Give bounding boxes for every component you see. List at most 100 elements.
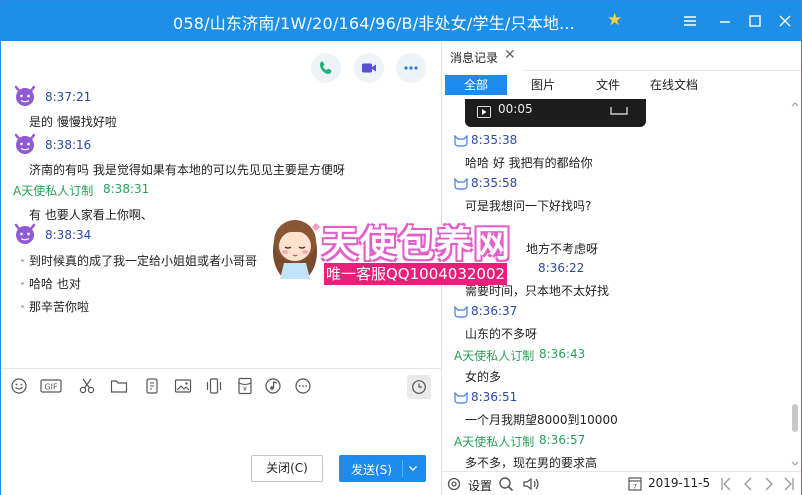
first-page-icon[interactable]	[720, 476, 732, 492]
scissors-icon[interactable]	[78, 377, 96, 395]
folder-icon[interactable]	[110, 377, 128, 395]
last-page-icon[interactable]	[783, 476, 795, 492]
image-icon[interactable]	[174, 377, 192, 395]
video-call-button[interactable]	[354, 53, 384, 83]
message-time: 8:38:34	[45, 228, 92, 242]
history-clock-button[interactable]	[407, 375, 431, 399]
history-text: 可是我想问一下好找吗?	[465, 199, 592, 213]
video-icon	[362, 63, 376, 73]
filter-online-docs[interactable]: 在线文档	[648, 75, 700, 95]
svg-text:7: 7	[633, 483, 637, 491]
svg-text:GIF: GIF	[44, 383, 58, 392]
watermark-title: 天使包养网	[322, 224, 513, 265]
cartoon-girl-logo	[273, 220, 320, 279]
filter-all[interactable]: 全部	[445, 75, 507, 95]
close-icon[interactable]: ✕	[504, 47, 516, 63]
devil-avatar-icon[interactable]	[13, 85, 37, 107]
history-time: 8:36:22	[538, 261, 585, 275]
cat-avatar-icon	[454, 306, 468, 318]
cat-avatar-icon	[454, 135, 468, 147]
settings-button[interactable]: 设置	[446, 476, 506, 494]
history-time: 8:36:37	[471, 304, 518, 318]
message-text: 济南的有吗 我是觉得如果有本地的可以先见见主要是方便呀	[29, 163, 345, 177]
history-time: 8:36:43	[539, 347, 586, 361]
watermark: 天使包养网 唯一客服QQ1004032002	[266, 211, 510, 291]
bullet-dot	[21, 305, 24, 308]
tab-label: 消息记录	[450, 51, 499, 65]
close-window-button[interactable]	[772, 8, 798, 34]
history-time: 8:36:57	[539, 433, 586, 447]
window-title: 058/山东济南/1W/20/164/96/B/非处女/学生/只本地...	[173, 14, 575, 33]
message-time: 8:38:31	[103, 182, 150, 196]
history-filters: 全部 图片 文件 在线文档	[442, 72, 801, 98]
prev-page-icon[interactable]	[742, 476, 754, 492]
settings-label: 设置	[468, 479, 493, 493]
scroll-thumb[interactable]	[792, 404, 798, 432]
history-text: 一个月我期望8000到10000	[465, 413, 618, 427]
history-footer: 设置 7 2019-11-5	[442, 471, 801, 495]
history-text: 多不多，现在男的要求高	[465, 456, 598, 470]
voice-call-button[interactable]	[311, 53, 341, 83]
more-icon	[404, 66, 418, 70]
filter-files[interactable]: 文件	[593, 75, 623, 95]
history-scrollbar[interactable]	[790, 99, 800, 471]
music-icon[interactable]	[264, 377, 282, 395]
gif-icon[interactable]: GIF	[40, 377, 62, 395]
history-date[interactable]: 2019-11-5	[648, 476, 710, 490]
red-packet-icon[interactable]: ¥	[236, 377, 254, 395]
bullet-dot	[21, 259, 24, 262]
phone-icon	[320, 61, 332, 74]
title-bar[interactable]: 058/山东济南/1W/20/164/96/B/非处女/学生/只本地... ★	[1, 1, 801, 41]
send-button[interactable]: 发送(S)	[339, 455, 426, 482]
share-icon	[610, 107, 628, 115]
maximize-button[interactable]	[742, 8, 768, 34]
chat-window: 058/山东济南/1W/20/164/96/B/非处女/学生/只本地... ★	[0, 0, 802, 495]
menu-icon[interactable]	[677, 8, 703, 34]
send-label: 发送(S)	[351, 463, 392, 477]
history-text: 山东的不多呀	[465, 327, 538, 341]
input-toolbar: GIF ¥	[1, 368, 441, 404]
video-duration: 00:05	[498, 102, 533, 116]
history-sender[interactable]: A天使私人订制	[454, 347, 534, 364]
speaker-icon[interactable]	[522, 476, 540, 492]
star-icon[interactable]: ★	[607, 11, 625, 29]
watermark-subtitle: 唯一客服QQ1004032002	[324, 263, 508, 285]
video-thumbnail[interactable]: 00:05	[465, 99, 646, 127]
message-text: 是的 慢慢找好啦	[29, 115, 117, 129]
calendar-icon[interactable]: 7	[628, 476, 642, 491]
history-text: 地方不考虑呀	[526, 242, 599, 256]
tab-message-history[interactable]: 消息记录 ✕	[442, 41, 524, 71]
devil-avatar-icon[interactable]	[13, 133, 37, 155]
filter-images[interactable]: 图片	[528, 75, 558, 95]
chevron-down-icon[interactable]	[407, 462, 419, 474]
scroll-up-icon	[791, 102, 799, 107]
emoji-icon[interactable]	[10, 377, 28, 395]
message-text: 到时候真的成了我一定给小姐姐或者小哥哥	[29, 254, 258, 268]
cat-avatar-icon	[454, 392, 468, 404]
minimize-button[interactable]	[712, 8, 738, 34]
history-time: 8:35:58	[471, 176, 518, 190]
scroll-down-icon	[791, 461, 799, 466]
message-time: 8:37:21	[45, 90, 92, 104]
send-separator	[402, 460, 403, 477]
next-page-icon[interactable]	[763, 476, 775, 492]
history-list: 00:05 8:35:38 哈哈 好 我把有的都给你 8:35:58 可是我想问…	[442, 99, 788, 471]
history-time: 8:35:38	[471, 133, 518, 147]
search-icon[interactable]	[498, 476, 514, 492]
history-text: 哈哈 好 我把有的都给你	[465, 156, 593, 170]
cat-avatar-icon	[454, 178, 468, 190]
close-button[interactable]: 关闭(C)	[251, 455, 323, 482]
history-time: 8:36:51	[471, 390, 518, 404]
devil-avatar-icon[interactable]	[13, 223, 37, 245]
message-text: 那辛苦你啦	[29, 300, 90, 314]
play-icon	[477, 106, 491, 118]
bullet-dot	[21, 282, 24, 285]
more-tools-icon[interactable]	[294, 377, 312, 395]
more-options-button[interactable]	[396, 53, 426, 83]
shake-icon[interactable]	[143, 377, 161, 395]
message-sender[interactable]: A天使私人订制	[13, 182, 93, 199]
history-sender[interactable]: A天使私人订制	[454, 433, 534, 450]
message-text: 哈哈 也对	[29, 277, 81, 291]
message-time: 8:38:16	[45, 138, 92, 152]
phone-shake-icon[interactable]	[205, 377, 223, 395]
